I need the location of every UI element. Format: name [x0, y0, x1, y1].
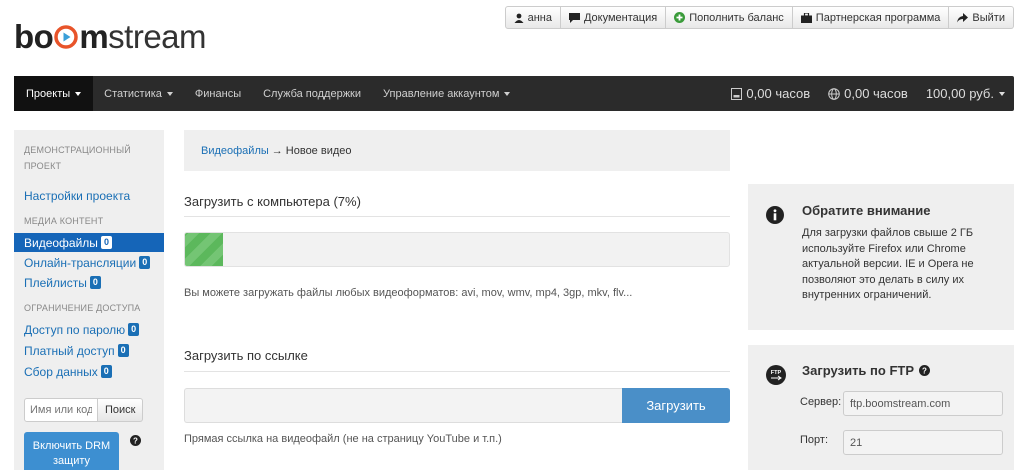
nav-statistics[interactable]: Статистика [93, 76, 184, 111]
search-input[interactable] [24, 398, 98, 422]
partner-program-button[interactable]: Партнерская программа [792, 6, 950, 29]
documentation-button[interactable]: Документация [560, 6, 667, 29]
user-button[interactable]: анна [504, 6, 561, 29]
briefcase-icon [800, 12, 812, 23]
enable-drm-button[interactable]: Включить DRM защиту [24, 432, 119, 470]
question-circle-icon[interactable]: ? [919, 365, 930, 376]
upload-url-button[interactable]: Загрузить [622, 388, 730, 423]
count-badge: 0 [89, 276, 101, 289]
user-icon [514, 13, 524, 23]
divider [184, 371, 730, 372]
chevron-down-icon [75, 91, 82, 96]
count-badge: 0 [128, 323, 140, 336]
sidebar-item-live[interactable]: Онлайн-трансляции 0 [14, 253, 164, 272]
divider [184, 216, 730, 217]
url-hint: Прямая ссылка на видеофайл (не на страни… [184, 433, 502, 445]
logo-play-icon [54, 25, 79, 49]
nav-support[interactable]: Служба поддержки [252, 76, 372, 111]
search-button[interactable]: Поиск [98, 398, 144, 422]
ftp-server-label: Сервер: [800, 396, 842, 408]
upload-progress-bar [184, 232, 730, 267]
url-upload-row: Загрузить [184, 388, 730, 423]
count-badge: 0 [117, 344, 129, 357]
sidebar-access-heading: Ограничение доступа [24, 303, 141, 313]
svg-text:FTP: FTP [771, 370, 782, 376]
upload-progress-fill [185, 233, 224, 266]
count-badge: 0 [100, 365, 112, 378]
question-circle-icon[interactable]: ? [130, 435, 141, 449]
sidebar-project-heading: Демонстрационный проект [24, 145, 131, 171]
chevron-down-icon [166, 91, 173, 96]
ftp-title: Загрузить по FTP ? [802, 363, 930, 378]
upload-formats-hint: Вы можете загружать файлы любых видеофор… [184, 287, 633, 299]
svg-text:?: ? [922, 367, 927, 376]
ftp-port-field[interactable]: 21 [843, 430, 1003, 455]
hdd-icon [731, 87, 743, 100]
nav-right-group: 0,00 часов 0,00 часов 100,00 руб. [722, 76, 1014, 111]
ftp-panel: FTP Загрузить по FTP ? Сервер: ftp.booms… [748, 345, 1014, 470]
sidebar-media-heading: Медиа контент [24, 216, 104, 226]
notice-text: Для загрузки файлов свыше 2 ГБ используй… [802, 227, 974, 301]
documentation-label: Документация [583, 11, 658, 24]
share-arrow-icon [957, 12, 969, 23]
ftp-server-field[interactable]: ftp.boomstream.com [843, 391, 1003, 416]
sidebar-item-playlists[interactable]: Плейлисты 0 [14, 273, 164, 292]
plus-circle-icon [674, 12, 686, 23]
upload-computer-title: Загрузить с компьютера (7%) [184, 194, 361, 209]
notice-panel: Обратите внимание Для загрузки файлов св… [748, 184, 1014, 330]
breadcrumb: Видеофайлы → Новое видео [184, 130, 730, 171]
chevron-down-icon [999, 91, 1005, 96]
nav-projects[interactable]: Проекты [14, 76, 94, 111]
sidebar-item-videos[interactable]: Видеофайлы 0 [14, 233, 164, 252]
breadcrumb-arrow: → [271, 144, 283, 157]
topup-balance-button[interactable]: Пополнить баланс [666, 6, 793, 29]
partner-program-label: Партнерская программа [815, 11, 941, 24]
user-toolbar: анна Документация Пополнить баланс Партн… [504, 6, 1014, 29]
count-badge: 0 [100, 236, 112, 249]
count-badge: 0 [139, 256, 151, 269]
user-name: анна [527, 11, 552, 24]
svg-text:?: ? [133, 437, 138, 446]
main-navbar: Проекты Статистика Финансы Служба поддер… [14, 76, 1014, 111]
chevron-down-icon [504, 91, 511, 96]
balance-dropdown[interactable]: 100,00 руб. [917, 76, 1014, 111]
upload-link-title: Загрузить по ссылке [184, 348, 308, 363]
info-circle-icon [766, 206, 784, 227]
viewing-hours[interactable]: 0,00 часов [819, 76, 917, 111]
logout-label: Выйти [972, 11, 1005, 24]
storage-hours[interactable]: 0,00 часов [722, 76, 819, 111]
ftp-port-label: Порт: [800, 434, 828, 446]
sidebar-item-password-access[interactable]: Доступ по паролю 0 [14, 320, 164, 339]
sidebar-search: Поиск [24, 398, 154, 422]
topup-balance-label: Пополнить баланс [689, 11, 784, 24]
globe-icon [828, 87, 840, 100]
comment-icon [568, 12, 580, 23]
logout-button[interactable]: Выйти [949, 6, 1014, 29]
boomstream-logo[interactable]: bo m stream [14, 18, 207, 56]
notice-title: Обратите внимание [802, 203, 931, 218]
sidebar-item-project-settings[interactable]: Настройки проекта [14, 186, 164, 205]
breadcrumb-videos-link[interactable]: Видеофайлы [201, 145, 269, 157]
video-url-input[interactable] [184, 388, 622, 423]
nav-finance[interactable]: Финансы [184, 76, 252, 111]
sidebar-item-paid-access[interactable]: Платный доступ 0 [14, 341, 164, 360]
ftp-icon: FTP [766, 365, 786, 388]
nav-account[interactable]: Управление аккаунтом [372, 76, 521, 111]
sidebar: Демонстрационный проект Настройки проект… [14, 130, 164, 470]
sidebar-item-data-collection[interactable]: Сбор данных 0 [14, 362, 164, 381]
breadcrumb-current: Новое видео [285, 144, 352, 157]
